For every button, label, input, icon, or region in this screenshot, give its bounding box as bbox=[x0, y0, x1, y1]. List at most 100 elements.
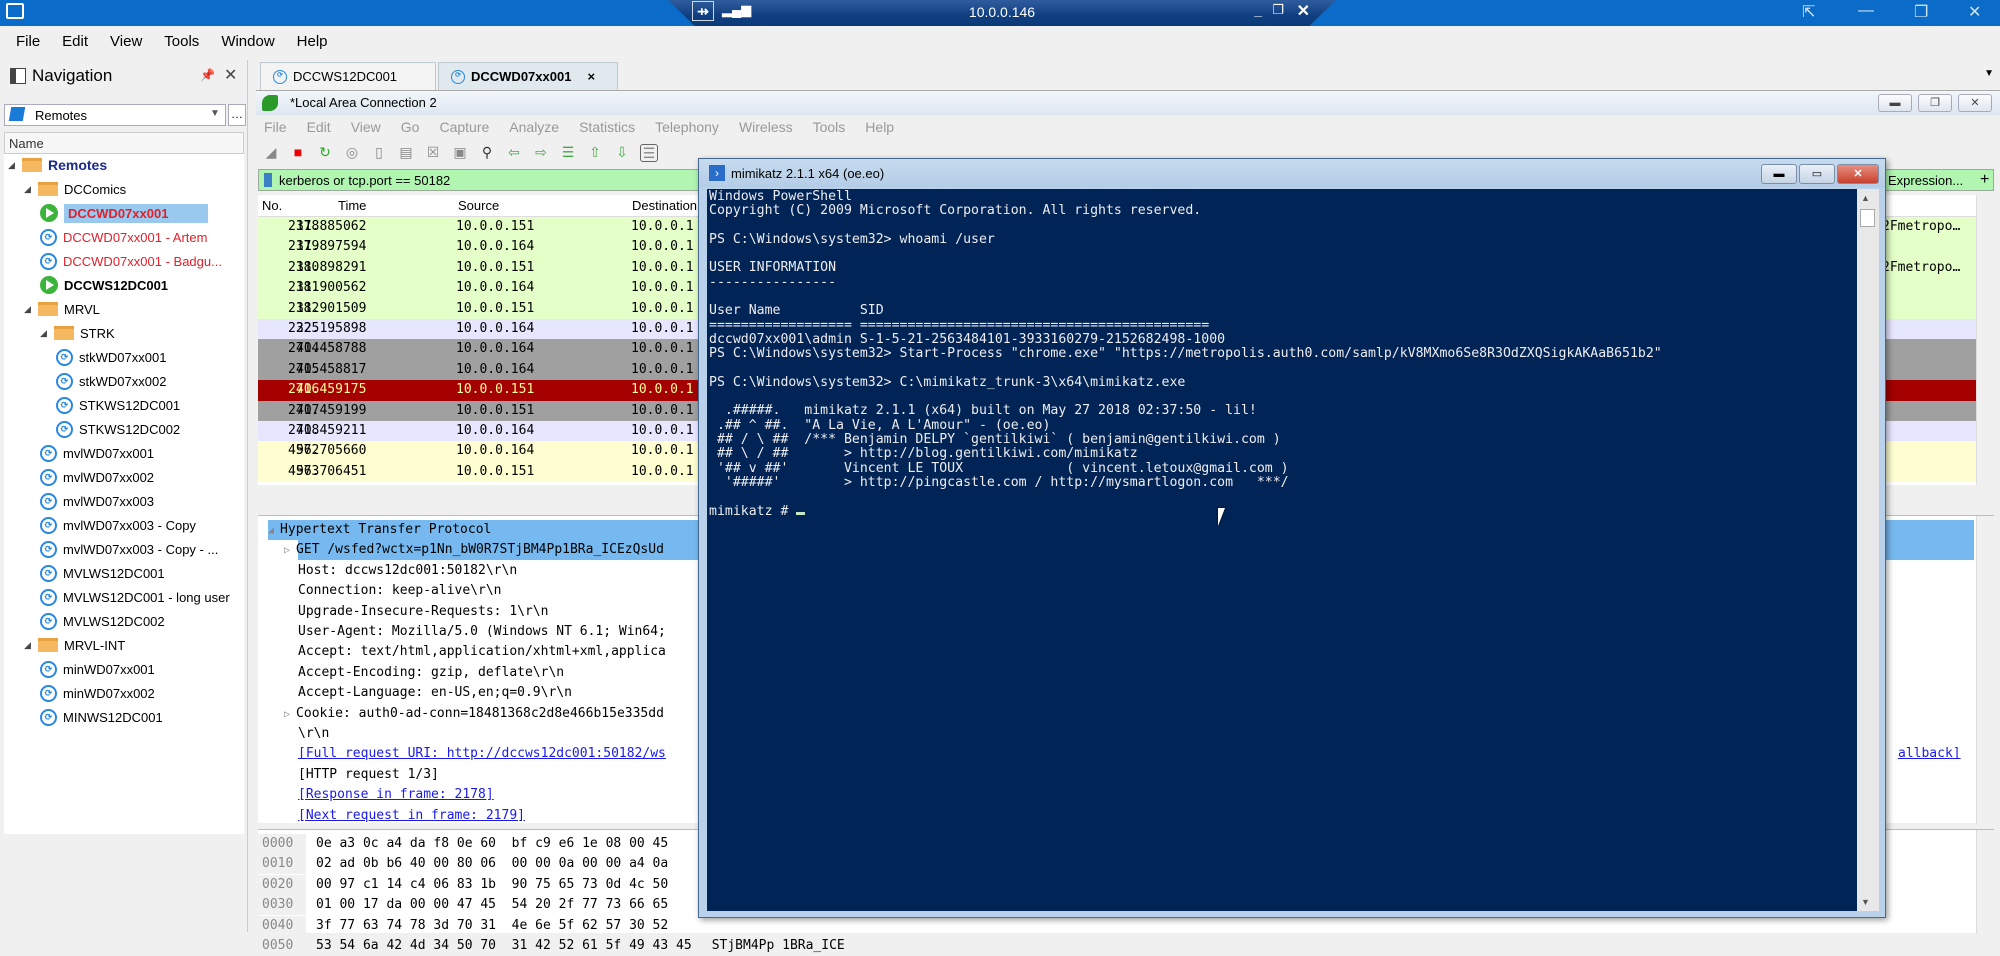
popout-icon[interactable]: ⇱ bbox=[1802, 2, 1815, 22]
ws-menu-edit[interactable]: Edit bbox=[307, 119, 331, 135]
detail-line[interactable]: [HTTP request 1/3] bbox=[298, 765, 439, 785]
remotes-dropdown[interactable]: Remotes bbox=[4, 104, 226, 126]
close-button[interactable]: ✕ bbox=[1968, 2, 1981, 22]
tree-item[interactable]: ◢ Remotes bbox=[8, 154, 107, 176]
expand-arrow-icon[interactable]: ◢ bbox=[24, 184, 34, 195]
hex-line[interactable]: 0010 02 ad 0b b6 40 00 80 06 00 00 0a 00 … bbox=[258, 854, 668, 875]
tree-item[interactable]: ⟳ MVLWS12DC001 bbox=[40, 562, 165, 584]
tree-item[interactable]: ◢ STRK bbox=[40, 322, 115, 344]
find-packet-icon[interactable]: ⚲ bbox=[478, 144, 496, 162]
tree-item[interactable]: ⟳ minWD07xx002 bbox=[40, 682, 155, 704]
ps-maximize-button[interactable]: ▭ bbox=[1799, 164, 1835, 184]
ws-menu-statistics[interactable]: Statistics bbox=[579, 119, 635, 135]
stop-capture-icon[interactable]: ■ bbox=[289, 144, 307, 162]
open-file-icon[interactable]: ▯ bbox=[370, 144, 388, 162]
tree-item[interactable]: ⟳ mvlWD07xx002 bbox=[40, 466, 154, 488]
tab-dccws12dc001[interactable]: ⟳ DCCWS12DC001 bbox=[260, 62, 436, 90]
ws-menu-file[interactable]: File bbox=[264, 119, 287, 135]
tree-item[interactable]: ⟳ stkWD07xx001 bbox=[56, 346, 166, 368]
detail-line[interactable]: [Response in frame: 2178] bbox=[298, 785, 494, 805]
ws-restore-button[interactable]: ❐ bbox=[1918, 94, 1952, 112]
detail-line[interactable]: [Full request URI: http://dccws12dc001:5… bbox=[298, 744, 666, 764]
ws-menu-help[interactable]: Help bbox=[865, 119, 894, 135]
capture-options-icon[interactable]: ◎ bbox=[343, 144, 361, 162]
console-prompt-line[interactable]: mimikatz # bbox=[709, 504, 1855, 519]
tree-item[interactable]: DCCWS12DC001 bbox=[40, 274, 168, 296]
detail-line[interactable]: Upgrade-Insecure-Requests: 1\r\n bbox=[298, 602, 548, 622]
go-back-icon[interactable]: ⇦ bbox=[505, 144, 523, 162]
connection-minimize-button[interactable]: _ bbox=[1254, 2, 1262, 18]
menu-tools[interactable]: Tools bbox=[164, 33, 199, 50]
tree-item[interactable]: ⟳ minWD07xx001 bbox=[40, 658, 155, 680]
tree-item[interactable]: ⟳ mvlWD07xx003 - Copy - ... bbox=[40, 538, 218, 560]
tree-item[interactable]: ⟳ DCCWD07xx001 - Artem bbox=[40, 226, 207, 248]
ws-menu-tools[interactable]: Tools bbox=[813, 119, 846, 135]
expand-arrow-icon[interactable]: ◢ bbox=[40, 328, 50, 339]
detail-line[interactable]: Host: dccws12dc001:50182\r\n bbox=[298, 561, 517, 581]
expand-arrow-icon[interactable]: ▷ bbox=[284, 545, 296, 556]
expand-arrow-icon[interactable]: ▷ bbox=[284, 709, 296, 720]
packet-list-scrollbar[interactable] bbox=[1976, 195, 1994, 485]
add-filter-button[interactable]: + bbox=[1980, 171, 1989, 189]
menu-view[interactable]: View bbox=[110, 33, 142, 50]
tree-item[interactable]: ⟳ STKWS12DC002 bbox=[56, 418, 180, 440]
chevron-down-icon[interactable]: ▼ bbox=[210, 108, 220, 119]
close-file-icon[interactable]: ☒ bbox=[424, 144, 442, 162]
tree-item[interactable]: DCCWD07xx001 bbox=[40, 202, 209, 224]
console-scrollbar[interactable]: ▲ ▼ bbox=[1857, 189, 1879, 911]
ps-minimize-button[interactable]: ▬ bbox=[1761, 164, 1797, 184]
first-packet-icon[interactable]: ⇧ bbox=[586, 144, 604, 162]
tree-item[interactable]: ⟳ mvlWD07xx001 bbox=[40, 442, 154, 464]
col-time[interactable]: Time bbox=[338, 198, 366, 213]
detail-line[interactable]: User-Agent: Mozilla/5.0 (Windows NT 6.1;… bbox=[298, 622, 666, 642]
expand-arrow-icon[interactable]: ◢ bbox=[24, 640, 34, 651]
more-options-button[interactable]: … bbox=[228, 104, 246, 126]
bookmark-icon[interactable] bbox=[264, 173, 272, 187]
tree-item[interactable]: ◢ DCComics bbox=[24, 178, 126, 200]
expand-arrow-icon[interactable]: ◢ bbox=[24, 304, 34, 315]
hex-line[interactable]: 0030 01 00 17 da 00 00 47 45 54 20 2f 77 … bbox=[258, 895, 668, 916]
autoscroll-icon[interactable]: ☰ bbox=[640, 144, 658, 162]
detail-line[interactable]: Accept-Language: en-US,en;q=0.9\r\n bbox=[298, 683, 572, 703]
menu-file[interactable]: File bbox=[16, 33, 40, 50]
tabs-overflow-icon[interactable]: ▼ bbox=[1984, 68, 1994, 79]
tree-item[interactable]: ⟳ DCCWD07xx001 - Badgu... bbox=[40, 250, 222, 272]
scroll-down-icon[interactable]: ▼ bbox=[1861, 897, 1870, 907]
ws-menu-view[interactable]: View bbox=[351, 119, 381, 135]
detail-line[interactable]: \r\n bbox=[298, 724, 329, 744]
minimize-button[interactable]: — bbox=[1858, 2, 1874, 20]
tree-item[interactable]: ⟳ MVLWS12DC001 - long user bbox=[40, 586, 230, 608]
go-to-packet-icon[interactable]: ☰ bbox=[559, 144, 577, 162]
collapse-arrow-icon[interactable]: ◢ bbox=[268, 525, 280, 536]
menu-window[interactable]: Window bbox=[221, 33, 274, 50]
ws-menu-analyze[interactable]: Analyze bbox=[509, 119, 559, 135]
go-forward-icon[interactable]: ⇨ bbox=[532, 144, 550, 162]
bytes-scrollbar[interactable] bbox=[1976, 830, 1994, 934]
last-packet-icon[interactable]: ⇩ bbox=[613, 144, 631, 162]
close-tab-icon[interactable]: × bbox=[587, 69, 595, 84]
ws-menu-telephony[interactable]: Telephony bbox=[655, 119, 719, 135]
save-file-icon[interactable]: ▤ bbox=[397, 144, 415, 162]
tab-dccwd07xx001[interactable]: ⟳ DCCWD07xx001 × bbox=[438, 62, 618, 90]
detail-link-tail[interactable]: allback] bbox=[1898, 744, 1961, 764]
ws-minimize-button[interactable]: ▬ bbox=[1878, 94, 1912, 112]
console-output[interactable]: Windows PowerShell Copyright (C) 2009 Mic… bbox=[707, 189, 1857, 911]
scroll-thumb[interactable] bbox=[1860, 209, 1875, 227]
expand-arrow-icon[interactable]: ◢ bbox=[8, 160, 18, 171]
ws-menu-wireless[interactable]: Wireless bbox=[739, 119, 793, 135]
start-capture-icon[interactable]: ◢ bbox=[262, 144, 280, 162]
tree-item[interactable]: ⟳ MINWS12DC001 bbox=[40, 706, 163, 728]
hex-line[interactable]: 0000 0e a3 0c a4 da f8 0e 60 bf c9 e6 1e … bbox=[258, 834, 668, 854]
restart-capture-icon[interactable]: ↻ bbox=[316, 144, 334, 162]
ps-close-button[interactable]: ✕ bbox=[1837, 164, 1879, 184]
detail-line[interactable]: Accept-Encoding: gzip, deflate\r\n bbox=[298, 663, 564, 683]
tree-item[interactable]: ◢ MRVL-INT bbox=[24, 634, 125, 656]
restore-button[interactable]: ❐ bbox=[1914, 2, 1928, 22]
hex-line[interactable]: 0040 3f 77 63 74 78 3d 70 31 4e 6e 5f 62 … bbox=[258, 915, 668, 936]
connection-restore-button[interactable]: ❐ bbox=[1272, 2, 1284, 18]
reload-icon[interactable]: ▣ bbox=[451, 144, 469, 162]
col-no[interactable]: No. bbox=[262, 198, 282, 213]
tree-column-header[interactable]: Name bbox=[4, 132, 244, 154]
col-source[interactable]: Source bbox=[458, 198, 499, 213]
col-destination[interactable]: Destination bbox=[632, 198, 697, 213]
